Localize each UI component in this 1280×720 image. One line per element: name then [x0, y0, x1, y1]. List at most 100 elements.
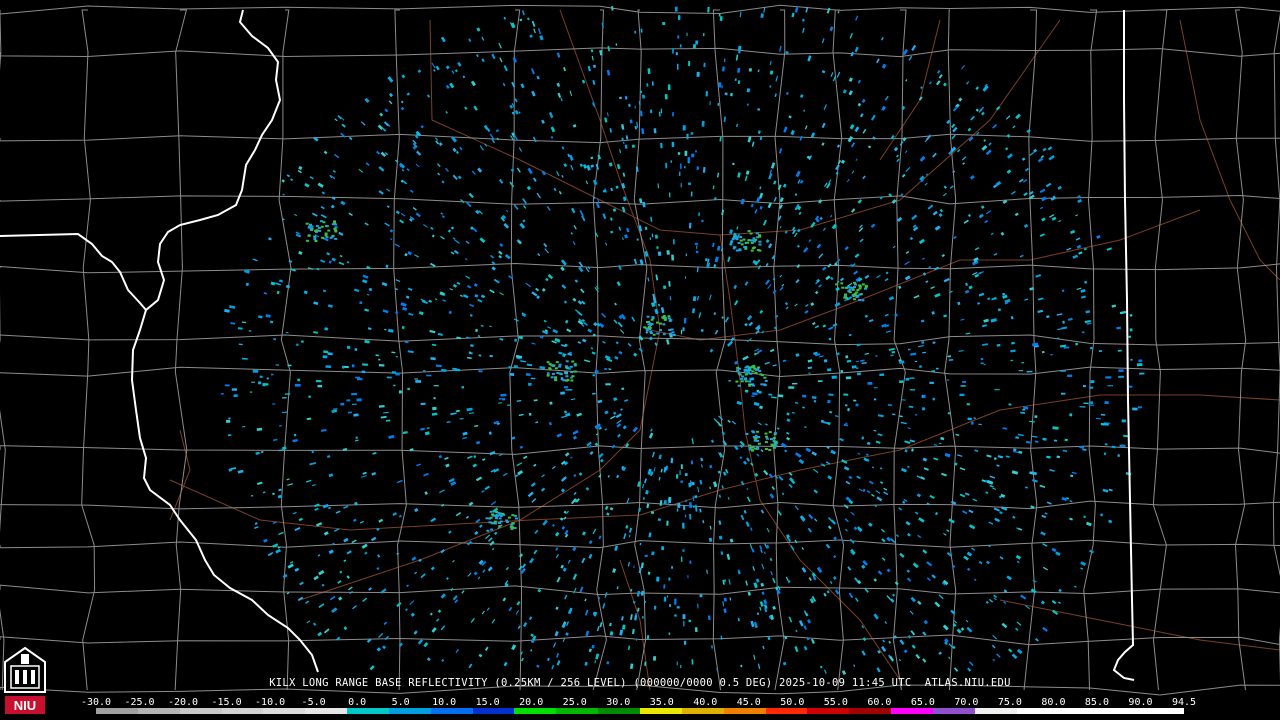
echo-pixel: [679, 44, 682, 48]
echo-pixel: [266, 377, 269, 380]
echo-pixel: [526, 185, 532, 191]
echo-pixel: [691, 659, 694, 665]
echo-pixel: [468, 38, 472, 43]
echo-pixel: [1075, 214, 1079, 217]
echo-pixel: [917, 534, 922, 539]
echo-pixel: [588, 444, 592, 448]
echo-pixel: [914, 511, 919, 515]
echo-pixel: [523, 205, 527, 209]
echo-pixel: [402, 306, 408, 311]
echo-pixel: [802, 394, 807, 398]
echo-pixel: [461, 590, 465, 594]
echo-pixel: [924, 182, 928, 186]
niu-logo-text: NIU: [14, 698, 36, 713]
echo-pixel: [624, 234, 628, 239]
echo-pixel: [1023, 192, 1028, 197]
echo-pixel: [905, 377, 910, 381]
echo-pixel: [709, 294, 712, 301]
echo-pixel: [933, 457, 939, 461]
echo-pixel: [862, 128, 867, 134]
echo-pixel: [644, 554, 648, 558]
echo-pixel: [761, 563, 765, 570]
echo-pixel: [1121, 419, 1126, 423]
echo-pixel: [487, 566, 493, 572]
echo-pixel: [560, 259, 567, 266]
echo-pixel: [1012, 125, 1016, 129]
echo-pixel: [386, 376, 392, 379]
echo-pixel: [489, 325, 492, 328]
echo-pixel: [879, 481, 884, 485]
echo-pixel: [346, 550, 352, 555]
county-line: [393, 9, 407, 691]
echo-pixel: [873, 578, 877, 582]
echo-pixel: [498, 255, 502, 259]
echo-pixel: [757, 442, 761, 445]
echo-pixel: [309, 223, 312, 226]
echo-pixel: [332, 169, 336, 173]
echo-pixel: [706, 569, 708, 574]
echo-pixel: [334, 226, 338, 229]
echo-pixel: [548, 363, 552, 366]
echo-pixel: [751, 430, 755, 433]
echo-pixel: [533, 399, 538, 402]
echo-pixel: [395, 210, 400, 215]
echo-pixel: [727, 256, 731, 263]
echo-pixel: [1040, 206, 1043, 210]
echo-pixel: [680, 464, 683, 469]
echo-pixel: [886, 568, 891, 573]
echo-pixel: [384, 108, 389, 113]
echo-pixel: [858, 299, 862, 302]
echo-pixel: [744, 281, 749, 286]
echo-pixel: [748, 68, 753, 72]
echo-pixel: [671, 331, 675, 334]
radar-map: [0, 4, 1280, 696]
echo-pixel: [993, 594, 998, 599]
echo-pixel: [343, 559, 347, 562]
echo-pixel: [1130, 358, 1133, 361]
echo-pixel: [684, 514, 687, 518]
colorbar-segment: [388, 708, 431, 714]
echo-pixel: [621, 237, 624, 241]
echo-pixel: [814, 518, 818, 522]
echo-pixel: [985, 600, 989, 604]
echo-pixel: [573, 491, 577, 496]
echo-pixel: [962, 381, 967, 383]
echo-pixel: [501, 512, 505, 515]
echo-pixel: [989, 475, 996, 479]
echo-pixel: [653, 467, 656, 472]
echo-pixel: [299, 581, 304, 586]
colorbar-segment: [430, 708, 473, 714]
echo-pixel: [614, 356, 619, 360]
echo-pixel: [798, 211, 802, 216]
echo-pixel: [654, 234, 658, 239]
echo-pixel: [330, 204, 335, 209]
echo-pixel: [783, 126, 788, 133]
echo-pixel: [384, 635, 389, 641]
colorbar-tick-label: 80.0: [1041, 697, 1066, 708]
echo-pixel: [779, 45, 782, 52]
echo-pixel: [578, 472, 583, 476]
echo-pixel: [745, 580, 748, 586]
echo-pixel: [922, 394, 926, 399]
echo-pixel: [388, 328, 394, 333]
echo-pixel: [462, 75, 466, 79]
echo-pixel: [597, 399, 603, 404]
echo-pixel: [559, 373, 563, 376]
echo-pixel: [337, 580, 342, 584]
echo-pixel: [378, 190, 384, 195]
echo-pixel: [964, 289, 970, 294]
echo-pixel: [982, 324, 988, 328]
echo-pixel: [459, 146, 463, 151]
echo-pixel: [1075, 342, 1079, 346]
echo-pixel: [285, 331, 289, 334]
echo-pixel: [807, 527, 813, 533]
echo-pixel: [564, 319, 569, 324]
echo-pixel: [721, 485, 724, 489]
echo-pixel: [1107, 385, 1113, 387]
echo-pixel: [888, 296, 895, 301]
echo-pixel: [533, 28, 536, 34]
echo-pixel: [759, 405, 763, 410]
echo-pixel: [294, 213, 298, 217]
echo-pixel: [881, 646, 887, 652]
echo-pixel: [759, 373, 763, 376]
